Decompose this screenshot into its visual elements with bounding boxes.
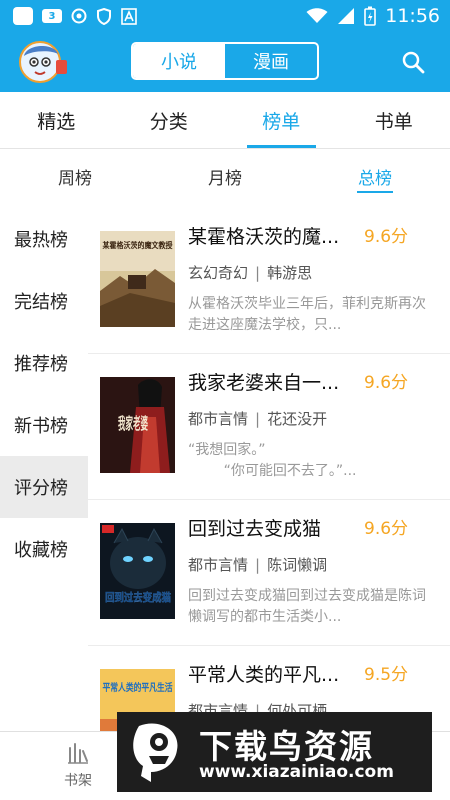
subtab-weekly[interactable]: 周榜 xyxy=(0,149,150,203)
app-header: 小说 漫画 xyxy=(0,32,450,92)
app-root: 3 11:56 小说 漫画 精选 分类 榜单 书单 周榜 月榜 总榜 最热榜 完… xyxy=(0,0,450,800)
app-icon xyxy=(13,7,33,25)
book-genre: 都市言情 xyxy=(188,410,249,428)
book-score: 9.5分 xyxy=(364,665,409,685)
tab-rankings[interactable]: 榜单 xyxy=(225,92,338,148)
segment-novel[interactable]: 小说 xyxy=(133,44,225,78)
watermark-url: www.xiazainiao.com xyxy=(199,762,394,782)
book-item[interactable]: 我家老婆 我家老婆来自一... 9.6分 都市言情 | 花还没开 “我想回家。” “… xyxy=(88,354,450,500)
book-author: 花还没开 xyxy=(267,410,328,428)
cover-title-text: 平常人类的平凡生活 xyxy=(103,681,173,694)
book-score: 9.6分 xyxy=(364,373,409,393)
book-description: 从霍格沃茨毕业三年后，菲利克斯再次走进这座魔法学校，只... xyxy=(188,296,426,333)
book-cover[interactable]: 回到过去变成猫 xyxy=(100,523,175,619)
book-meta: 都市言情 | 陈词懒调 xyxy=(188,554,327,575)
mascot-logo-icon[interactable] xyxy=(18,40,68,84)
status-bar: 3 11:56 xyxy=(0,0,450,32)
side-item-completed[interactable]: 完结榜 xyxy=(0,270,88,332)
subtab-overall[interactable]: 总榜 xyxy=(300,149,450,203)
meta-separator: | xyxy=(255,410,261,428)
subtab-monthly[interactable]: 月榜 xyxy=(150,149,300,203)
book-score: 9.6分 xyxy=(364,519,409,539)
search-icon[interactable] xyxy=(401,50,425,74)
text-a-icon xyxy=(121,7,137,25)
side-item-recommended[interactable]: 推荐榜 xyxy=(0,332,88,394)
main-tabs: 精选 分类 榜单 书单 xyxy=(0,92,450,149)
book-list: 某霍格沃茨的魔文教授 某霍格沃茨的魔... 9.6分 玄幻奇幻 | 韩游思 从霍格沃… xyxy=(88,208,450,792)
book-item[interactable]: 回到过去变成猫 回到过去变成猫 9.6分 都市言情 | 陈词懒调 回到过去变成猫回到… xyxy=(88,500,450,646)
segment-comic[interactable]: 漫画 xyxy=(225,44,317,78)
book-title[interactable]: 某霍格沃茨的魔... xyxy=(188,222,358,250)
cover-title-text: 回到过去变成猫 xyxy=(105,590,171,604)
book-cover[interactable]: 我家老婆 xyxy=(100,377,175,473)
side-item-new-books[interactable]: 新书榜 xyxy=(0,394,88,456)
ranking-side-nav: 最热榜 完结榜 推荐榜 新书榜 评分榜 收藏榜 xyxy=(0,208,88,580)
cover-title-text: 某霍格沃茨的魔文教授 xyxy=(102,240,174,250)
book-author: 陈词懒调 xyxy=(267,556,328,574)
signal-icon xyxy=(338,8,355,24)
book-score: 9.6分 xyxy=(364,227,409,247)
battery-icon xyxy=(364,6,377,26)
tab-category[interactable]: 分类 xyxy=(113,92,226,148)
book-author: 韩游思 xyxy=(267,264,313,282)
meta-separator: | xyxy=(255,556,261,574)
book-title[interactable]: 平常人类的平凡... xyxy=(188,660,358,688)
side-item-hottest[interactable]: 最热榜 xyxy=(0,208,88,270)
book-title[interactable]: 回到过去变成猫 xyxy=(188,514,358,542)
wifi-icon xyxy=(306,8,328,23)
side-item-rating[interactable]: 评分榜 xyxy=(0,456,88,518)
book-meta: 都市言情 | 花还没开 xyxy=(188,408,327,429)
book-description: 回到过去变成猫回到过去变成猫是陈词懒调写的都市生活类小... xyxy=(188,588,426,625)
shield-icon xyxy=(97,7,111,25)
content-type-switch: 小说 漫画 xyxy=(131,42,319,80)
data-3g-icon: 3 xyxy=(42,9,62,23)
book-meta: 玄幻奇幻 | 韩游思 xyxy=(188,262,312,283)
side-item-favorites[interactable]: 收藏榜 xyxy=(0,518,88,580)
book-cover[interactable]: 某霍格沃茨的魔文教授 xyxy=(100,231,175,327)
bookshelf-icon xyxy=(68,743,88,764)
book-description: “我想回家。” “你可能回不去了。”... xyxy=(188,442,357,479)
meta-separator: | xyxy=(255,264,261,282)
cover-title-text: 我家老婆 xyxy=(118,414,148,433)
tab-booklists[interactable]: 书单 xyxy=(338,92,450,148)
status-time: 11:56 xyxy=(385,5,440,27)
bottom-nav-bookshelf[interactable]: 书架 xyxy=(48,742,108,790)
book-title[interactable]: 我家老婆来自一... xyxy=(188,368,358,396)
vpn-icon xyxy=(71,8,87,24)
book-genre: 都市言情 xyxy=(188,556,249,574)
watermark-text: 下载鸟资源 xyxy=(199,727,374,766)
bottom-nav-label: 书架 xyxy=(64,773,92,789)
bird-logo-icon xyxy=(133,723,178,782)
book-item[interactable]: 某霍格沃茨的魔文教授 某霍格沃茨的魔... 9.6分 玄幻奇幻 | 韩游思 从霍格沃… xyxy=(88,208,450,354)
ranking-period-tabs: 周榜 月榜 总榜 xyxy=(0,149,450,203)
site-watermark: 下载鸟资源 www.xiazainiao.com xyxy=(117,712,432,792)
tab-featured[interactable]: 精选 xyxy=(0,92,113,148)
book-genre: 玄幻奇幻 xyxy=(188,264,249,282)
